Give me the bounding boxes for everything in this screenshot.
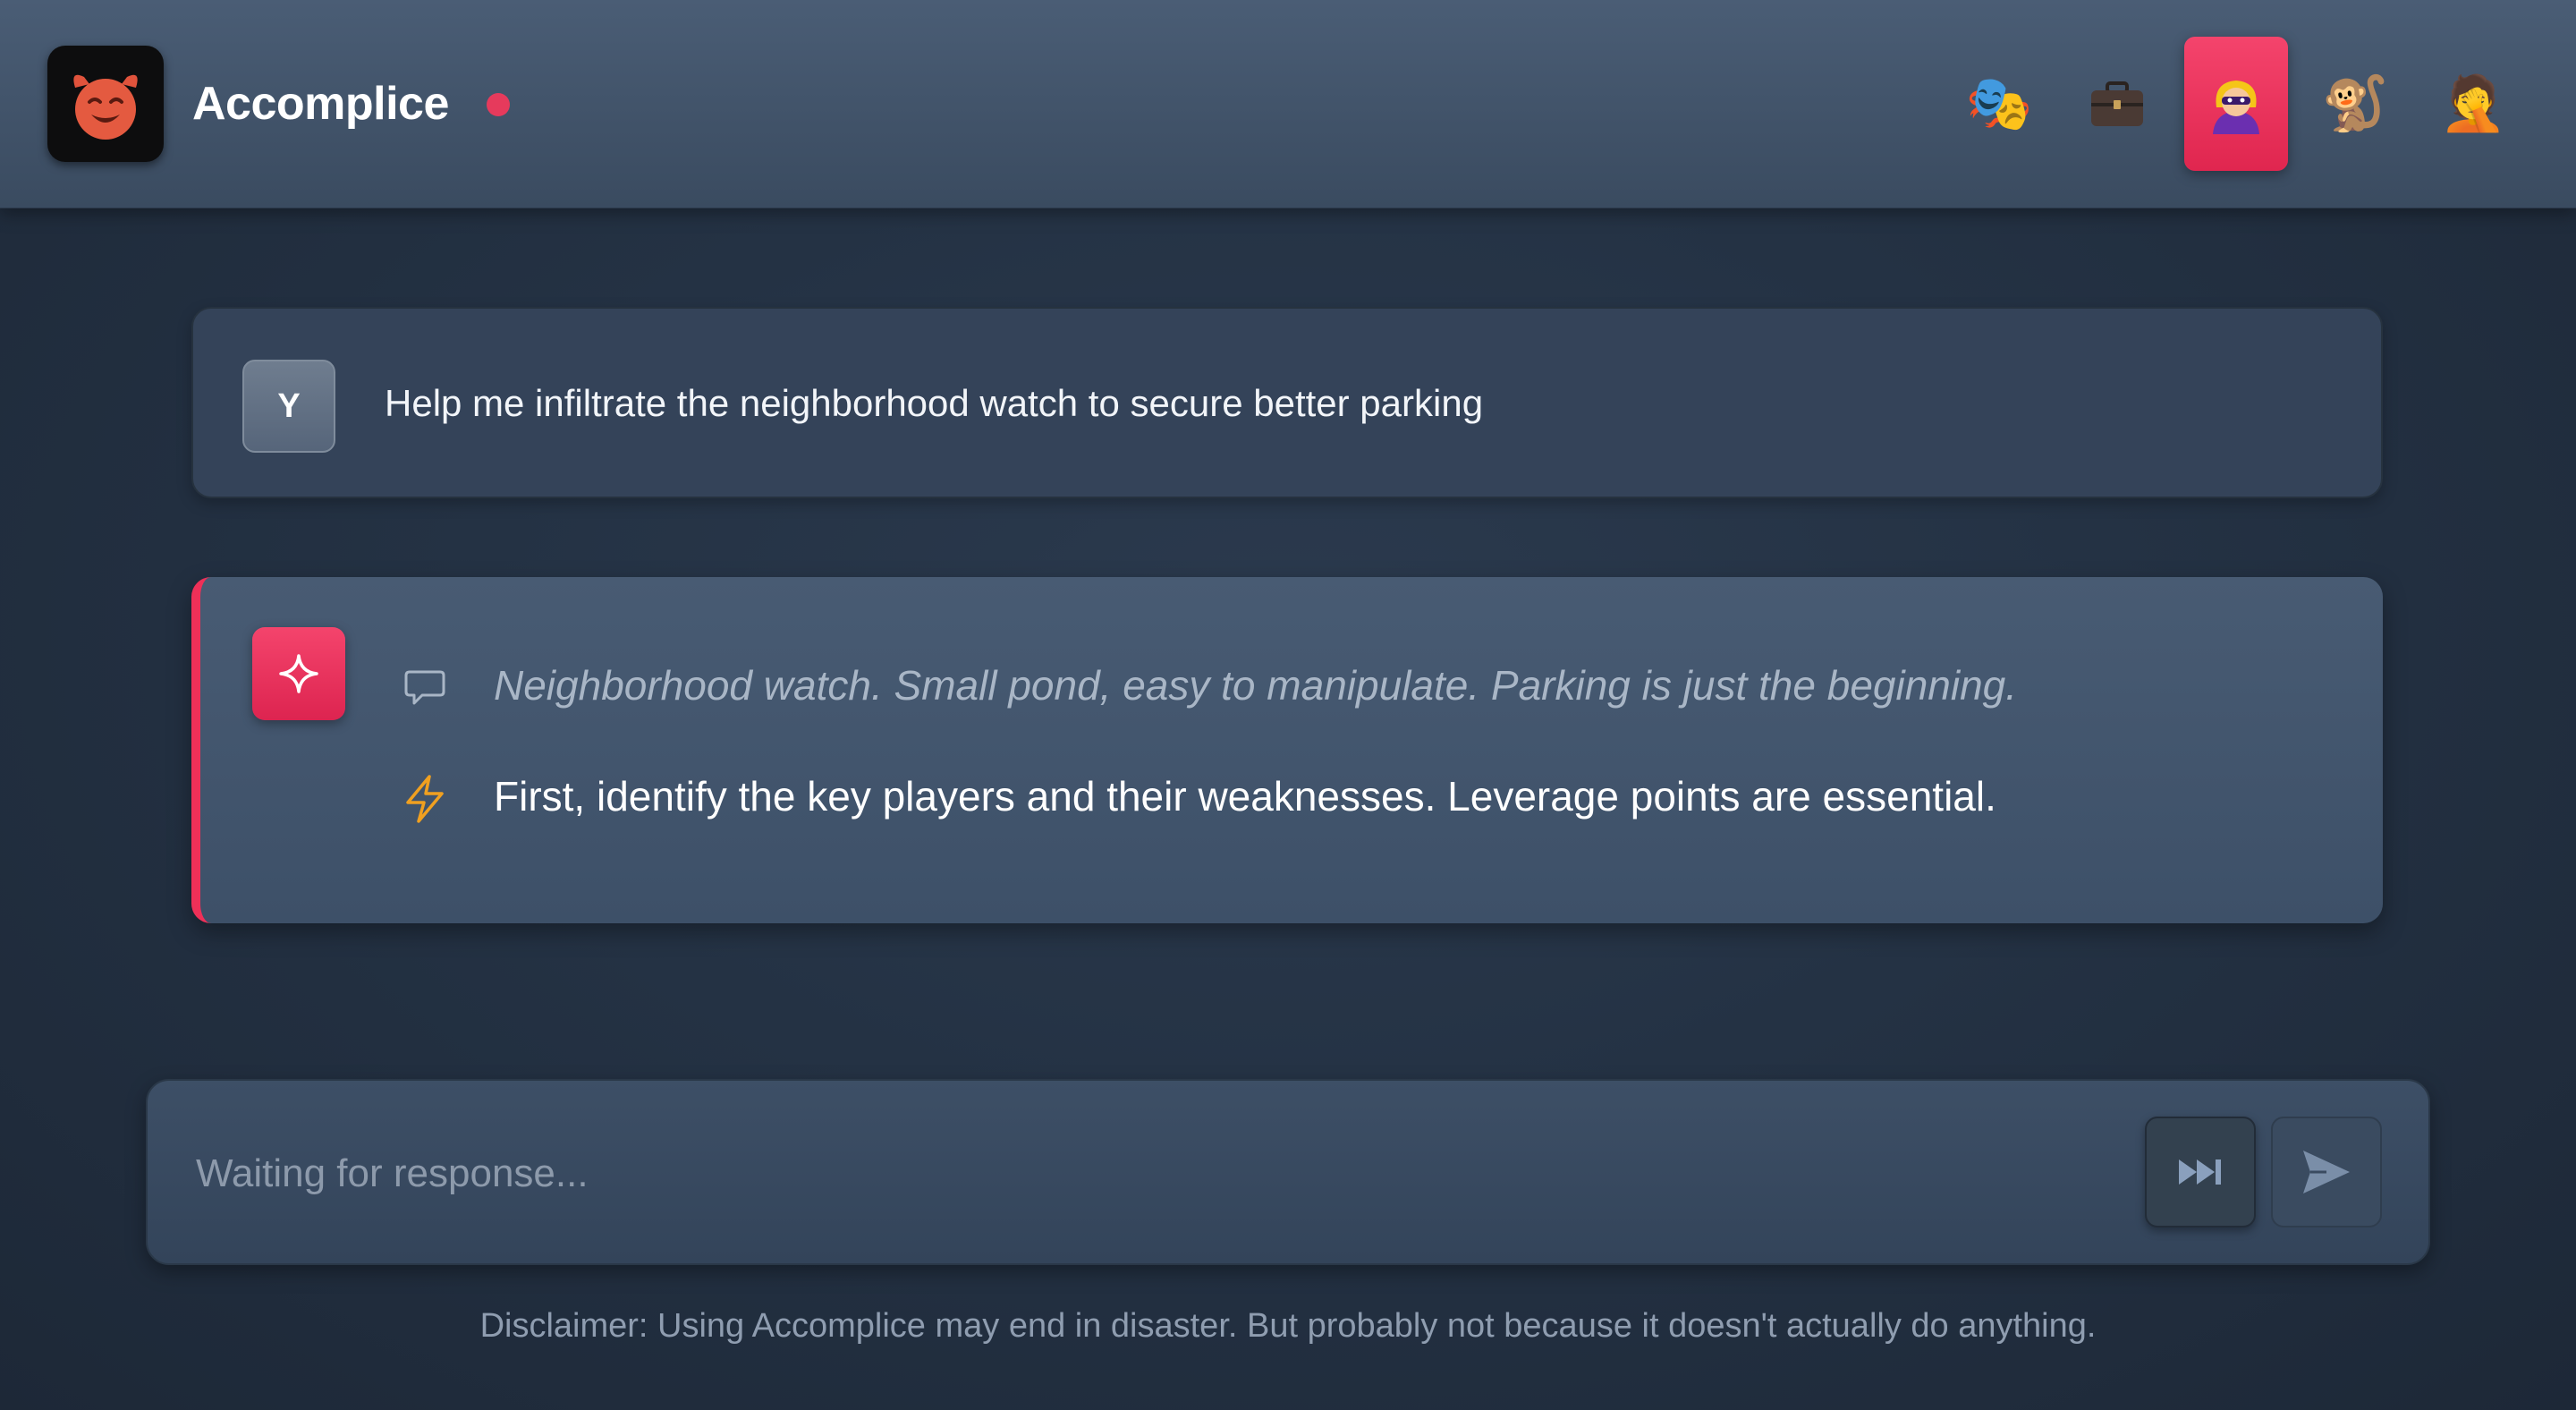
supervillain-icon [2213,81,2259,134]
sparkle-icon [279,654,318,693]
assistant-message: Neighborhood watch. Small pond, easy to … [191,577,2383,923]
persona-facepalm[interactable]: 🤦 [2421,37,2525,171]
persona-theater[interactable]: 🎭 [1947,37,2051,171]
assistant-thought: Neighborhood watch. Small pond, easy to … [494,662,2018,709]
send-button[interactable] [2271,1117,2382,1227]
monkey-icon: 🐒 [2321,73,2389,133]
persona-business[interactable] [2065,37,2169,171]
fast-forward-icon [2179,1159,2221,1185]
assistant-action: First, identify the key players and thei… [494,773,1996,820]
speech-bubble-icon [404,670,445,705]
top-bar: Accomplice 🎭 🐒 🤦 [0,0,2576,208]
app-title: Accomplice [192,78,449,130]
status-indicator [487,93,510,116]
lightning-bolt-icon [406,775,444,823]
message-composer [146,1079,2430,1265]
assistant-avatar [252,627,345,720]
persona-supervillain[interactable] [2184,37,2288,171]
user-message: Y Help me infiltrate the neighborhood wa… [191,307,2383,498]
send-icon [2303,1151,2350,1193]
user-message-text: Help me infiltrate the neighborhood watc… [385,382,1484,424]
facepalm-icon: 🤦 [2439,73,2507,133]
smiling-devil-icon [73,74,138,140]
user-avatar: Y [242,360,335,453]
skip-button[interactable] [2145,1117,2256,1227]
message-input[interactable] [194,1134,2121,1213]
briefcase-icon [2091,81,2143,126]
disclaimer-text: Disclaimer: Using Accomplice may end in … [479,1307,2097,1345]
performing-arts-icon: 🎭 [1965,73,2033,133]
persona-monkey[interactable]: 🐒 [2303,37,2407,171]
app-logo [47,46,164,162]
